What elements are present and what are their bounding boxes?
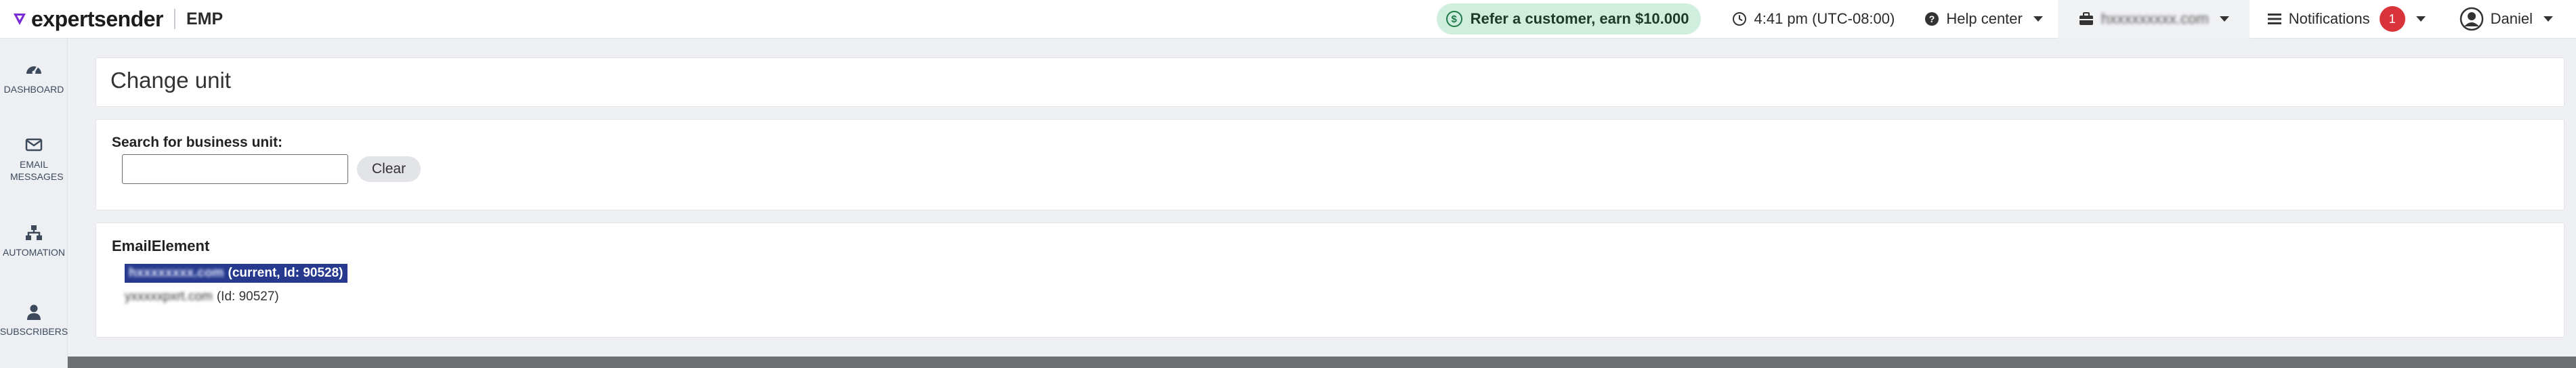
time-text: 4:41 pm (UTC-08:00): [1754, 10, 1895, 27]
account-switcher[interactable]: hxxxxxxxxx.com: [2057, 0, 2250, 39]
expertsender-logo-icon: [14, 14, 26, 25]
bottom-footer-strip: [68, 356, 2576, 368]
notifications-label: Notifications: [2288, 10, 2370, 27]
briefcase-icon: [2078, 12, 2094, 26]
sidebar-item-label: SUBSCRIBERS: [0, 326, 68, 337]
chevron-down-icon: [2033, 16, 2043, 22]
business-unit-search-input[interactable]: [122, 154, 348, 184]
clear-button[interactable]: Clear: [357, 156, 421, 182]
sidebar-item-dashboard[interactable]: DASHBOARD: [0, 60, 68, 95]
search-label: Search for business unit:: [112, 135, 283, 150]
user-icon: [27, 304, 41, 320]
refer-customer-button[interactable]: $ Refer a customer, earn $10.000: [1436, 3, 1702, 34]
page-title: Change unit: [110, 68, 231, 93]
dollar-icon: $: [1445, 11, 1462, 27]
chevron-down-icon: [2219, 16, 2229, 22]
sidebar-item-email-messages[interactable]: EMAIL MESSAGES: [0, 135, 68, 183]
question-circle-icon: ?: [1924, 12, 1939, 26]
help-center-label: Help center: [1946, 10, 2023, 27]
top-bar: expertsender EMP $ Refer a customer, ear…: [0, 0, 2576, 39]
notification-count-badge: 1: [2379, 6, 2405, 32]
chevron-down-icon: [2415, 16, 2426, 22]
sidebar: DASHBOARD EMAIL MESSAGES AUTOMATION SUBS…: [0, 39, 68, 368]
time-display: 4:41 pm (UTC-08:00): [1717, 0, 1909, 39]
clock-icon: [1732, 12, 1747, 26]
help-center-menu[interactable]: ? Help center: [1909, 0, 2058, 39]
sidebar-item-automation[interactable]: AUTOMATION: [0, 223, 68, 258]
business-units-card: EmailElement hxxxxxxxx.com (current, Id:…: [96, 223, 2564, 338]
sidebar-item-label: EMAIL MESSAGES: [10, 159, 64, 182]
dashboard-gauge-icon: [26, 66, 41, 74]
business-unit-item[interactable]: yxxxxxpxrt.com (Id: 90527): [125, 288, 279, 306]
unit-domain-link[interactable]: yxxxxxpxrt.com: [125, 290, 213, 304]
envelope-icon: [25, 138, 43, 152]
avatar: [2459, 7, 2484, 31]
brand-separator: [173, 9, 175, 29]
sidebar-item-label: DASHBOARD: [3, 84, 64, 95]
unit-domain: hxxxxxxxx.com: [129, 266, 224, 280]
list-icon: [2267, 12, 2282, 26]
svg-text:?: ?: [1929, 14, 1935, 24]
brand-product: EMP: [186, 9, 224, 28]
brand-name: expertsender: [31, 6, 163, 31]
search-card: Search for business unit: Clear: [96, 119, 2564, 210]
sidebar-item-subscribers[interactable]: SUBSCRIBERS: [0, 302, 68, 338]
unit-current-suffix: (current, Id: 90528): [228, 266, 343, 280]
unit-group-name: EmailElement: [112, 237, 210, 254]
notifications-menu[interactable]: Notifications 1: [2250, 0, 2443, 39]
refer-customer-label: Refer a customer, earn $10.000: [1470, 10, 1689, 27]
user-menu[interactable]: Daniel: [2443, 0, 2576, 39]
unit-id-suffix: (Id: 90527): [216, 290, 279, 304]
brand[interactable]: expertsender EMP: [0, 0, 223, 39]
sidebar-item-label: AUTOMATION: [2, 247, 66, 258]
business-unit-current[interactable]: hxxxxxxxx.com (current, Id: 90528): [125, 264, 347, 283]
page-header-card: Change unit: [96, 58, 2564, 107]
account-domain: hxxxxxxxxx.com: [2100, 10, 2209, 27]
sitemap-icon: [26, 225, 42, 240]
user-name: Daniel: [2490, 10, 2533, 27]
chevron-down-icon: [2543, 16, 2553, 22]
